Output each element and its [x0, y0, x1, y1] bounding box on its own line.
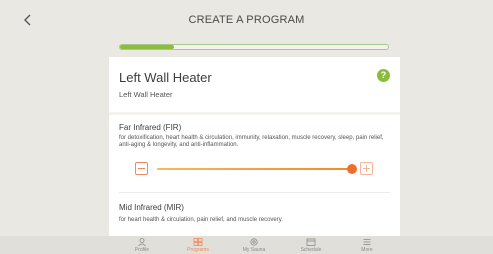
- menu-icon: [363, 239, 371, 245]
- progress-fill: [120, 45, 174, 49]
- tab-programs[interactable]: Programs: [173, 236, 223, 254]
- help-icon[interactable]: ?: [377, 69, 390, 82]
- fir-description: for detoxification, heart health & circu…: [119, 135, 384, 148]
- fir-decrease-button[interactable]: [135, 162, 148, 175]
- tab-profile[interactable]: Profile: [117, 236, 167, 254]
- tab-schedule[interactable]: Schedule: [286, 236, 336, 254]
- slider-fill: [157, 168, 352, 170]
- section-divider: [109, 112, 400, 115]
- programs-grid-icon: [193, 238, 203, 246]
- slider-thumb[interactable]: [347, 164, 357, 174]
- program-progress-bar: [119, 44, 389, 50]
- tab-label: Programs: [187, 247, 209, 253]
- heater-subtitle: Left Wall Heater: [119, 90, 173, 99]
- mir-description: for heart health & circulation, pain rel…: [119, 217, 283, 223]
- tab-label: More: [361, 247, 373, 253]
- fir-intensity-slider[interactable]: [157, 164, 357, 174]
- tab-label: Profile: [134, 247, 150, 253]
- heater-card: Left Wall Heater Left Wall Heater ? Far …: [109, 57, 400, 237]
- tab-label: My Sauna: [242, 247, 266, 253]
- page-title: CREATE A PROGRAM: [188, 14, 305, 26]
- tab-my-sauna[interactable]: My Sauna: [229, 236, 279, 254]
- person-icon: [138, 238, 146, 246]
- calendar-icon: [306, 238, 316, 246]
- heater-title: Left Wall Heater: [119, 70, 212, 85]
- mir-title: Mid Infrared (MIR): [119, 203, 184, 212]
- bottom-tab-bar: Profile Programs My Sauna Schedule More: [0, 236, 493, 254]
- tab-more[interactable]: More: [342, 236, 392, 254]
- fir-increase-button[interactable]: [360, 162, 373, 175]
- header-bar: CREATE A PROGRAM: [0, 0, 493, 40]
- section-divider-line: [119, 192, 390, 193]
- fir-title: Far Infrared (FIR): [119, 123, 182, 132]
- sauna-icon: [250, 238, 258, 246]
- tab-label: Schedule: [300, 247, 322, 253]
